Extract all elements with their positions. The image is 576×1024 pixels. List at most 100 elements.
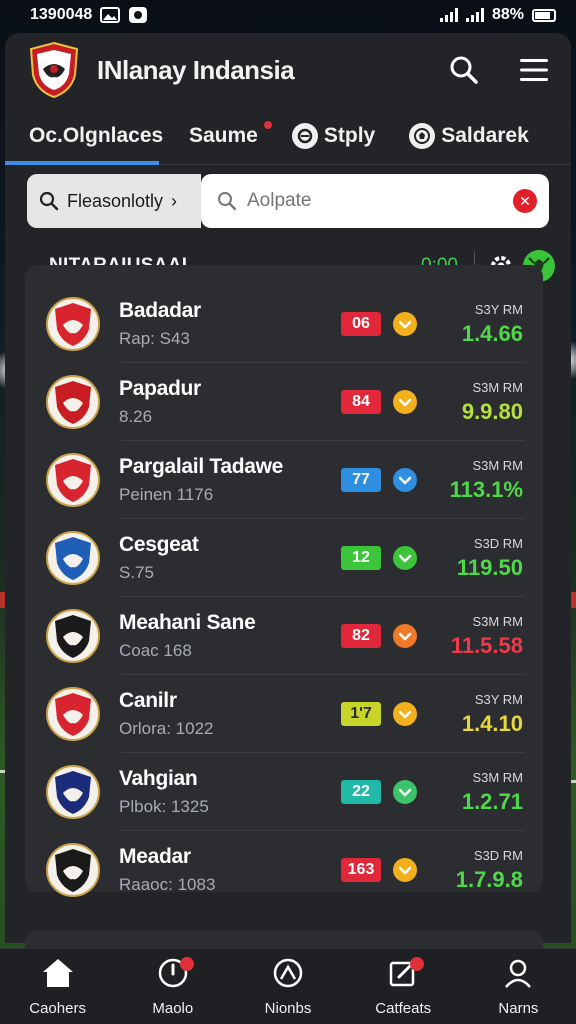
check-icon[interactable] bbox=[393, 780, 417, 804]
clear-search-button[interactable]: ✕ bbox=[513, 189, 537, 213]
team-info: Papadur 8.26 bbox=[119, 377, 341, 427]
check-icon[interactable] bbox=[393, 390, 417, 414]
team-info: Cesgeat S.75 bbox=[119, 533, 341, 583]
team-name: Pargalail Tadawe bbox=[119, 455, 284, 478]
team-info: Canilr Orlora: 1022 bbox=[119, 689, 341, 739]
team-crest-icon bbox=[46, 297, 100, 351]
check-icon[interactable] bbox=[393, 312, 417, 336]
search-button[interactable] bbox=[447, 53, 481, 87]
team-crest-icon bbox=[46, 843, 100, 897]
team-name: Canilr bbox=[119, 689, 177, 712]
tab-notification-dot bbox=[263, 121, 272, 129]
team-crest-icon bbox=[46, 531, 100, 585]
odds-label: S3M RM bbox=[472, 379, 523, 395]
nav-item-0[interactable]: Caohers bbox=[0, 949, 115, 1024]
odds-label: S3M RM bbox=[472, 769, 523, 785]
tab-label: Saldarek bbox=[441, 123, 529, 147]
nav-item-2[interactable]: Nionbs bbox=[230, 949, 345, 1024]
nav-label: Catfeats bbox=[375, 999, 432, 1017]
ball-icon bbox=[272, 957, 304, 994]
team-list: Badadar Rap: S43 06 S3Y RM 1.4.66 Papadur 8.26… bbox=[25, 265, 543, 897]
odds-label: S3D RM bbox=[473, 535, 523, 551]
search-input[interactable] bbox=[247, 190, 513, 212]
gallery-icon bbox=[100, 7, 121, 23]
team-subtitle: Plbok: 1325 bbox=[119, 797, 209, 816]
check-icon[interactable] bbox=[393, 858, 417, 882]
nav-label: Nionbs bbox=[264, 999, 312, 1017]
status-time: 1390048 bbox=[30, 6, 93, 23]
odds-value: 1.4.10 bbox=[461, 710, 523, 736]
odds-label: S3M RM bbox=[472, 613, 523, 629]
team-row[interactable]: Papadur 8.26 84 S3M RM 9.9.80 bbox=[25, 363, 543, 441]
whistle-icon bbox=[291, 122, 318, 149]
team-info: Badadar Rap: S43 bbox=[119, 299, 341, 349]
check-icon[interactable] bbox=[393, 624, 417, 648]
odds-box: S3M RM 9.9.80 bbox=[435, 380, 523, 425]
team-name: Meahani Sane bbox=[119, 611, 256, 634]
team-name: Vahgian bbox=[119, 767, 198, 790]
team-crest-icon bbox=[46, 765, 100, 819]
search-row: Fleasonlotly › ✕ bbox=[27, 174, 549, 228]
score-tag: 77 bbox=[341, 468, 381, 492]
close-icon: ✕ bbox=[519, 192, 531, 209]
odds-value: 11.5.58 bbox=[450, 632, 523, 658]
team-name: Badadar bbox=[119, 299, 201, 322]
nav-item-3[interactable]: Catfeats bbox=[346, 949, 461, 1024]
team-info: Pargalail Tadawe Peinen 1176 bbox=[119, 455, 341, 505]
team-subtitle: Rap: S43 bbox=[119, 329, 190, 348]
odds-label: S3Y RM bbox=[474, 301, 523, 317]
search-field: ✕ bbox=[201, 174, 549, 228]
tab-3[interactable]: Saldarek bbox=[397, 107, 541, 164]
team-subtitle: 8.26 bbox=[119, 407, 153, 426]
odds-value: 1.2.71 bbox=[461, 788, 523, 814]
odds-box: S3M RM 113.1% bbox=[435, 458, 523, 503]
odds-box: S3M RM 1.2.71 bbox=[435, 770, 523, 815]
app-title: INlanay Indansia bbox=[97, 54, 295, 85]
team-subtitle: Peinen 1176 bbox=[119, 485, 214, 504]
menu-button[interactable] bbox=[517, 53, 551, 87]
chevron-right-icon: › bbox=[171, 190, 178, 211]
team-row[interactable]: Vahgian Plbok: 1325 22 S3M RM 1.2.71 bbox=[25, 753, 543, 831]
check-icon[interactable] bbox=[393, 468, 417, 492]
odds-value: 9.9.80 bbox=[461, 398, 523, 424]
odds-value: 1.7.9.8 bbox=[455, 866, 523, 892]
team-name: Cesgeat bbox=[119, 533, 199, 556]
odds-box: S3Y RM 1.4.10 bbox=[435, 692, 523, 737]
tab-0[interactable]: Oc.Olgnlaces bbox=[5, 107, 163, 165]
nav-item-1[interactable]: Maolo bbox=[115, 949, 230, 1024]
team-info: Meadar Raaoc: 1083 bbox=[119, 845, 341, 895]
search-icon bbox=[39, 191, 59, 211]
hamburger-menu-icon bbox=[520, 59, 548, 81]
team-row[interactable]: Meadar Raaoc: 1083 163 S3D RM 1.7.9.8 bbox=[25, 831, 543, 909]
team-subtitle: Orlora: 1022 bbox=[119, 719, 214, 738]
team-crest-icon bbox=[46, 687, 100, 741]
team-row[interactable]: Meahani Sane Coac 168 82 S3M RM 11.5.58 bbox=[25, 597, 543, 675]
odds-label: S3D RM bbox=[473, 847, 523, 863]
score-tag: 82 bbox=[341, 624, 381, 648]
check-icon[interactable] bbox=[393, 546, 417, 570]
battery-percent: 88% bbox=[491, 6, 524, 23]
soccer-ball-icon bbox=[409, 122, 436, 149]
team-row[interactable]: Badadar Rap: S43 06 S3Y RM 1.4.66 bbox=[25, 285, 543, 363]
team-info: Meahani Sane Coac 168 bbox=[119, 611, 341, 661]
search-icon bbox=[450, 56, 478, 84]
filter-dropdown[interactable]: Fleasonlotly › bbox=[27, 174, 201, 228]
odds-value: 119.50 bbox=[456, 554, 523, 580]
tab-1[interactable]: Saume bbox=[177, 107, 274, 164]
tab-label: Saume bbox=[189, 123, 258, 147]
team-subtitle: Coac 168 bbox=[119, 641, 192, 660]
nav-item-4[interactable]: Narns bbox=[461, 949, 576, 1024]
score-tag: 84 bbox=[341, 390, 381, 414]
team-subtitle: Raaoc: 1083 bbox=[119, 875, 216, 894]
tab-bar: Oc.Olgnlaces Saume Stply Saldarek bbox=[5, 107, 571, 165]
odds-label: S3M RM bbox=[472, 457, 523, 473]
team-row[interactable]: Cesgeat S.75 12 S3D RM 119.50 bbox=[25, 519, 543, 597]
nav-label: Narns bbox=[498, 999, 539, 1017]
team-row[interactable]: Canilr Orlora: 1022 1'7 S3Y RM 1.4.10 bbox=[25, 675, 543, 753]
check-icon[interactable] bbox=[393, 702, 417, 726]
tab-2[interactable]: Stply bbox=[280, 107, 387, 164]
tab-label: Oc.Olgnlaces bbox=[29, 123, 164, 147]
score-tag: 06 bbox=[341, 312, 381, 336]
score-tag: 22 bbox=[341, 780, 381, 804]
team-row[interactable]: Pargalail Tadawe Peinen 1176 77 S3M RM 113.1… bbox=[25, 441, 543, 519]
